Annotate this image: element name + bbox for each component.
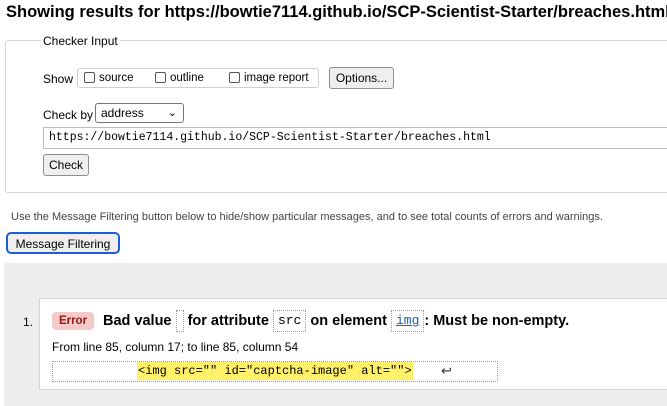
highlighted-code: <img src="" id="captcha-image" alt=""> — [137, 362, 413, 380]
filter-note: Use the Message Filtering button below t… — [11, 211, 603, 223]
check-by-select[interactable]: address ⌄ — [95, 103, 184, 123]
error-badge: Error — [52, 312, 94, 330]
message-filtering-button[interactable]: Message Filtering — [6, 232, 120, 254]
source-checkbox[interactable] — [84, 72, 95, 83]
page-heading: Showing results for https://bowtie7114.g… — [6, 3, 667, 21]
outline-checkbox[interactable] — [155, 72, 166, 83]
message-part-bad-value: Bad value — [103, 313, 172, 330]
message-part-suffix: : Must be non-empty. — [424, 313, 570, 330]
return-icon: ↩ — [441, 363, 452, 378]
message-location: From line 85, column 17; to line 85, col… — [52, 340, 299, 354]
empty-value-code — [175, 310, 184, 333]
url-input[interactable]: https://bowtie7114.github.io/SCP-Scienti… — [43, 127, 667, 149]
options-button[interactable]: Options... — [329, 67, 394, 89]
image-report-option-label: image report — [244, 72, 309, 84]
message-part-on-element: on element — [310, 313, 387, 330]
message-part-for-attribute: for attribute — [187, 313, 269, 330]
source-option[interactable]: source — [84, 72, 134, 85]
outline-option[interactable]: outline — [155, 72, 204, 85]
check-by-value: address — [101, 106, 144, 120]
checker-input-legend: Checker Input — [41, 34, 120, 48]
image-report-checkbox[interactable] — [229, 72, 240, 83]
message-text: Bad value for attribute src on element i… — [103, 309, 569, 333]
source-option-label: source — [99, 72, 134, 84]
outline-option-label: outline — [170, 72, 204, 84]
check-button[interactable]: Check — [43, 154, 89, 176]
image-report-option[interactable]: image report — [229, 72, 309, 85]
check-by-label: Check by — [43, 108, 94, 122]
show-label: Show — [43, 72, 74, 86]
message-number: 1. — [23, 315, 34, 329]
element-name-link[interactable]: img — [390, 310, 425, 333]
chevron-down-icon: ⌄ — [167, 107, 177, 119]
attribute-name-code: src — [272, 310, 307, 333]
